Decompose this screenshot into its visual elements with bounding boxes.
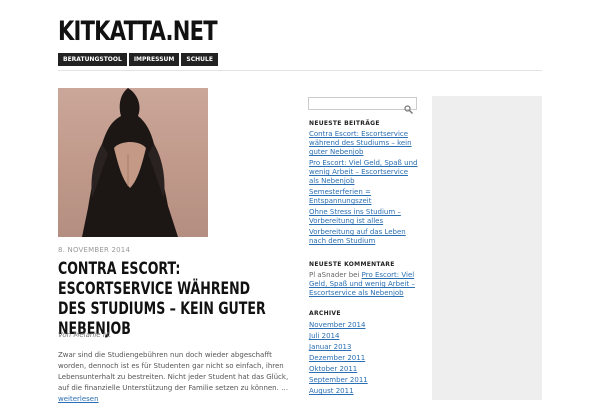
archive-link[interactable]: Januar 2013 — [309, 343, 351, 351]
comment-author: Pl aSnader — [309, 271, 347, 279]
archive-link[interactable]: August 2011 — [309, 387, 354, 395]
list-item: Januar 2013 — [309, 343, 419, 352]
recent-comments-list: Pl aSnader bei Pro Escort: Viel Geld, Sp… — [309, 271, 419, 300]
nav-item-beratungstool[interactable]: BERATUNGSTOOL — [58, 53, 127, 66]
recent-posts-list: Contra Escort: Escortservice während des… — [309, 130, 419, 248]
header-divider — [58, 70, 542, 71]
nav-item-schule[interactable]: SCHULE — [181, 53, 218, 66]
main-nav: BERATUNGSTOOL IMPRESSUM SCHULE — [58, 53, 218, 66]
post-author: Von Melanie M. — [58, 331, 112, 339]
site-title[interactable]: KITKATTA.NET — [58, 16, 218, 47]
post-date: 8. NOVEMBER 2014 — [58, 246, 131, 254]
archive-link[interactable]: Dezember 2011 — [309, 354, 365, 362]
recent-posts-title: NEUESTE BEITRÄGE — [309, 120, 380, 127]
list-item: Oktober 2011 — [309, 365, 419, 374]
nav-item-impressum[interactable]: IMPRESSUM — [128, 53, 180, 66]
post-featured-image[interactable] — [58, 88, 208, 237]
archive-link[interactable]: September 2011 — [309, 376, 368, 384]
recent-post-link[interactable]: Ohne Stress ins Studium – Vorbereitung i… — [309, 208, 401, 225]
search-box — [308, 97, 417, 117]
search-input[interactable] — [309, 106, 403, 117]
archive-title: ARCHIVE — [309, 310, 341, 317]
list-item: Pl aSnader bei Pro Escort: Viel Geld, Sp… — [309, 271, 419, 298]
list-item: Juli 2014 — [309, 332, 419, 341]
archive-link[interactable]: Oktober 2011 — [309, 365, 357, 373]
list-item: Pro Escort: Viel Geld, Spaß und wenig Ar… — [309, 159, 419, 186]
post-title[interactable]: CONTRA ESCORT: ESCORTSERVICE WÄHREND DES… — [58, 259, 273, 339]
archive-link[interactable]: Juli 2014 — [309, 332, 339, 340]
list-item: November 2014 — [309, 321, 419, 330]
ad-placeholder — [432, 96, 542, 400]
list-item: Dezember 2011 — [309, 354, 419, 363]
archive-list: November 2014 Juli 2014 Januar 2013 Deze… — [309, 321, 419, 398]
list-item: Semesterferien = Entspannungszeit — [309, 188, 419, 206]
recent-post-link[interactable]: Semesterferien = Entspannungszeit — [309, 188, 372, 205]
recent-post-link[interactable]: Vorbereitung auf das Leben nach dem Stud… — [309, 228, 406, 245]
recent-post-link[interactable]: Pro Escort: Viel Geld, Spaß und wenig Ar… — [309, 159, 418, 185]
recent-comments-title: NEUESTE KOMMENTARE — [309, 261, 395, 268]
comment-connector: bei — [346, 271, 362, 279]
list-item: August 2011 — [309, 387, 419, 396]
list-item: Contra Escort: Escortservice während des… — [309, 130, 419, 157]
recent-post-link[interactable]: Contra Escort: Escortservice während des… — [309, 130, 412, 156]
post-excerpt-text: Zwar sind die Studiengebühren nun doch w… — [58, 351, 289, 392]
list-item: Ohne Stress ins Studium – Vorbereitung i… — [309, 208, 419, 226]
search-icon[interactable] — [404, 99, 413, 114]
list-item: September 2011 — [309, 376, 419, 385]
read-more-link[interactable]: weiterlesen — [58, 395, 99, 403]
archive-link[interactable]: November 2014 — [309, 321, 365, 329]
post-excerpt: Zwar sind die Studiengebühren nun doch w… — [58, 350, 290, 405]
list-item: Vorbereitung auf das Leben nach dem Stud… — [309, 228, 419, 246]
